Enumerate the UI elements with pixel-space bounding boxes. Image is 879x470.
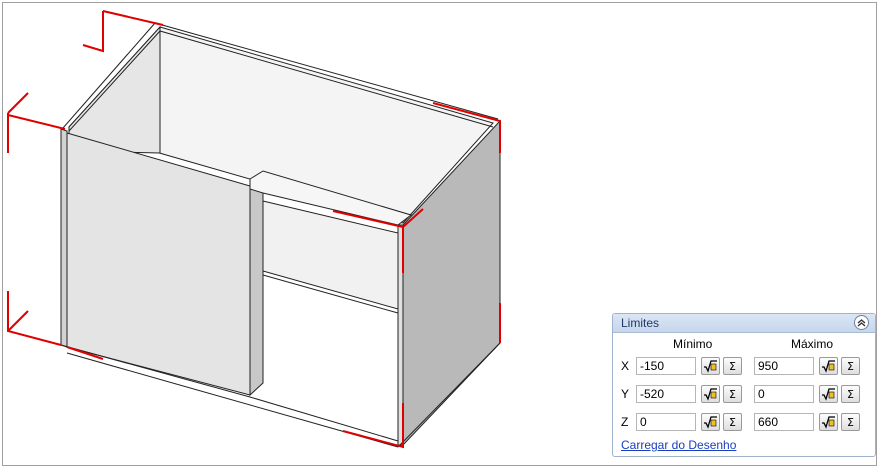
sigma-icon[interactable]: Σ xyxy=(723,357,742,375)
svg-text:Σ: Σ xyxy=(729,416,736,429)
x-max-field[interactable] xyxy=(754,357,814,375)
svg-text:Σ: Σ xyxy=(729,388,736,401)
sqrt-icon[interactable] xyxy=(701,413,720,431)
sqrt-icon[interactable] xyxy=(819,385,838,403)
maximum-column-header: Máximo xyxy=(791,337,834,351)
svg-text:Σ: Σ xyxy=(729,360,736,373)
axis-label-x: X xyxy=(621,359,630,373)
sigma-icon[interactable]: Σ xyxy=(841,413,860,431)
collapse-up-icon[interactable] xyxy=(854,315,869,330)
load-from-drawing-link[interactable]: Carregar do Desenho xyxy=(621,438,736,452)
y-min-field[interactable] xyxy=(636,385,696,403)
minimum-column-header: Mínimo xyxy=(673,337,713,351)
limits-panel-title: Limites xyxy=(621,316,660,330)
y-max-field[interactable] xyxy=(754,385,814,403)
svg-text:Σ: Σ xyxy=(847,360,854,373)
sqrt-icon[interactable] xyxy=(701,357,720,375)
sigma-icon[interactable]: Σ xyxy=(723,413,742,431)
axis-label-y: Y xyxy=(621,387,630,401)
sigma-icon[interactable]: Σ xyxy=(841,357,860,375)
limits-panel-header[interactable]: Limites xyxy=(613,314,875,333)
x-min-field[interactable] xyxy=(636,357,696,375)
3d-viewport[interactable]: Limites Mínimo Máximo X Σ Σ Y Σ Σ Z Σ Σ … xyxy=(2,2,877,466)
svg-text:Σ: Σ xyxy=(847,416,854,429)
sigma-icon[interactable]: Σ xyxy=(841,385,860,403)
limits-panel: Limites Mínimo Máximo X Σ Σ Y Σ Σ Z Σ Σ … xyxy=(612,313,876,457)
axis-label-z: Z xyxy=(621,415,629,429)
sqrt-icon[interactable] xyxy=(819,413,838,431)
sqrt-icon[interactable] xyxy=(819,357,838,375)
z-min-field[interactable] xyxy=(636,413,696,431)
sqrt-icon[interactable] xyxy=(701,385,720,403)
svg-text:Σ: Σ xyxy=(847,388,854,401)
sigma-icon[interactable]: Σ xyxy=(723,385,742,403)
z-max-field[interactable] xyxy=(754,413,814,431)
